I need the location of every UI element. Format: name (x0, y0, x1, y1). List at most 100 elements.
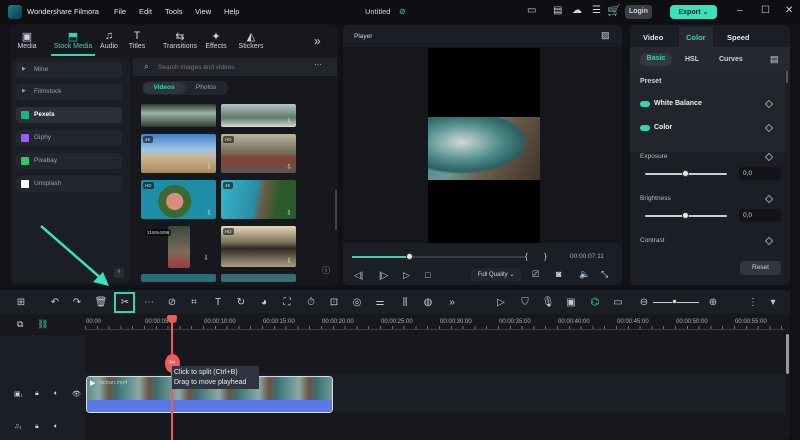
layout-icon[interactable]: ⊞ (14, 297, 28, 308)
export-button[interactable]: Export ⌄ (670, 5, 717, 19)
tab-video[interactable]: Video (643, 33, 663, 42)
stock-video-thumbnail[interactable]: ⇩ (221, 104, 296, 127)
audio-detach-icon[interactable]: ⋯ (142, 297, 156, 308)
menu-edit[interactable]: Edit (139, 7, 152, 16)
snapshot-compare-icon[interactable]: ▨ (601, 30, 610, 41)
menu-file[interactable]: File (114, 7, 126, 16)
redo-icon[interactable]: ↷ (70, 297, 84, 308)
fullscreen-icon[interactable]: ⤡ (601, 269, 608, 280)
tab-speed[interactable]: Speed (727, 33, 750, 42)
stock-video-thumbnail[interactable]: HD ⇩ (221, 134, 296, 173)
stock-video-thumbnail[interactable] (168, 226, 190, 268)
param-value-input[interactable]: 0,0 (739, 167, 781, 180)
param-slider-knob[interactable] (682, 170, 689, 177)
caption-icon[interactable]: ▭ (611, 297, 625, 308)
stock-video-thumbnail[interactable]: HD ⇩ (141, 180, 216, 219)
undo-icon[interactable]: ↶ (48, 297, 62, 308)
mask-icon[interactable]: ⛶ (280, 297, 294, 308)
camera-icon[interactable]: ◙ (556, 269, 561, 279)
info-icon[interactable]: ⓘ (322, 265, 330, 276)
subtab-basic[interactable]: Basic (640, 53, 672, 66)
timer-icon[interactable]: ⏱ (304, 297, 318, 308)
quality-dropdown[interactable]: Full Quality ⌄ (471, 268, 521, 281)
download-icon[interactable]: ⇩ (286, 257, 292, 265)
subtab-hsl[interactable]: HSL (685, 56, 699, 63)
stock-video-thumbnail[interactable]: 4K ⇩ (221, 180, 296, 219)
eye-icon[interactable]: 👁︎ (72, 390, 81, 398)
more-tools-icon[interactable]: » (445, 297, 459, 308)
properties-scrollbar[interactable] (786, 71, 788, 83)
stock-video-thumbnail[interactable]: HD ⇩ (221, 226, 296, 267)
render-icon[interactable]: ▷ (494, 297, 508, 308)
source-pixabay[interactable]: Pixabay (16, 153, 122, 169)
media-scrollbar[interactable] (335, 190, 337, 230)
voiceover-icon[interactable]: ▣ (564, 297, 578, 308)
menu-icon[interactable]: ☰ (592, 5, 601, 16)
stabilize-icon[interactable]: ◎ (350, 297, 364, 308)
timeline-scrollbar[interactable] (786, 334, 789, 374)
zoom-out-icon[interactable]: ⊖ (637, 297, 651, 308)
source-filmstock[interactable]: ▶ Filmstock (16, 84, 122, 100)
menu-help[interactable]: Help (224, 7, 239, 16)
login-button[interactable]: Login (625, 5, 652, 19)
tab-stickers[interactable]: ◭ Stickers (235, 30, 267, 50)
tab-color[interactable]: Color (686, 33, 706, 42)
lock-icon[interactable]: 🔒︎ (35, 390, 39, 398)
source-unsplash[interactable]: Unsplash (16, 176, 122, 192)
stock-video-thumbnail[interactable] (141, 274, 216, 282)
more-options-icon[interactable]: ··· (314, 60, 322, 69)
menu-tools[interactable]: Tools (165, 7, 183, 16)
download-icon[interactable]: ⇩ (206, 209, 212, 217)
source-mine[interactable]: ▶ Mine (16, 62, 122, 78)
color-icon[interactable]: ◕ (257, 297, 271, 308)
adjust-icon[interactable]: ⚌ (373, 297, 387, 308)
source-pexels[interactable]: Pexels (16, 107, 122, 123)
text-icon[interactable]: T (211, 297, 225, 308)
audio-lock-icon[interactable]: 🔒︎ (35, 423, 39, 431)
source-giphy[interactable]: Giphy (16, 130, 122, 146)
download-icon[interactable]: ⇩ (203, 254, 209, 262)
stock-video-thumbnail[interactable] (141, 104, 216, 127)
tab-media[interactable]: ▣ Media (11, 30, 43, 50)
maximize-icon[interactable]: ☐ (761, 5, 770, 16)
videos-tab[interactable]: Videos (143, 82, 185, 94)
split-button-highlight[interactable] (114, 292, 135, 313)
cloud-icon[interactable]: ☁ (572, 5, 582, 16)
next-frame-icon[interactable]: |▷ (379, 270, 388, 281)
subtab-curves[interactable]: Curves (719, 56, 743, 63)
param-slider-knob[interactable] (682, 212, 689, 219)
menu-view[interactable]: View (195, 7, 211, 16)
mic-icon[interactable]: 🎙︎ (541, 297, 555, 308)
add-track-icon[interactable]: ⧉ (17, 319, 23, 330)
audio-icon[interactable]: ⫼ (398, 297, 412, 308)
link-icon[interactable]: ⛓ (37, 319, 48, 330)
tab-stock-media[interactable]: ⬒ Stock Media (51, 30, 95, 50)
zoom-slider-knob[interactable] (672, 299, 677, 304)
cart-icon[interactable]: 🛒 (607, 4, 621, 17)
tab-transitions[interactable]: ⇆ Transitions (159, 30, 201, 50)
more-tabs-icon[interactable]: » (314, 34, 321, 48)
grid-icon[interactable]: ⋮ (746, 297, 760, 308)
mark-out-icon[interactable]: } (544, 252, 547, 261)
tab-titles[interactable]: T Titles (121, 30, 153, 50)
stock-video-thumbnail[interactable] (221, 274, 296, 282)
download-icon[interactable]: ⇩ (206, 163, 212, 171)
save-icon[interactable]: ▤ (553, 5, 562, 16)
rotate-icon[interactable]: ↻ (234, 297, 248, 308)
photos-tab[interactable]: Photos (188, 84, 224, 91)
close-icon[interactable]: ✕ (785, 5, 793, 16)
collapse-sidebar-button[interactable]: ‹ (114, 268, 124, 278)
dropdown-icon[interactable]: ▾ (766, 297, 780, 308)
stock-video-thumbnail[interactable]: 4K ⇩ (141, 134, 216, 173)
minimize-icon[interactable]: – (737, 5, 743, 16)
download-icon[interactable]: ⇩ (286, 163, 292, 171)
mark-in-icon[interactable]: { (525, 252, 528, 261)
download-icon[interactable]: ⇩ (286, 117, 292, 125)
toggle-switch[interactable] (640, 125, 650, 131)
speed-icon[interactable]: ◍ (421, 297, 435, 308)
download-icon[interactable]: ⇩ (286, 209, 292, 217)
toggle-switch[interactable] (640, 101, 650, 107)
tab-effects[interactable]: ✦ Effects (200, 30, 232, 50)
marker-icon[interactable]: ⊘ (165, 297, 179, 308)
reset-button[interactable]: Reset (740, 261, 781, 275)
